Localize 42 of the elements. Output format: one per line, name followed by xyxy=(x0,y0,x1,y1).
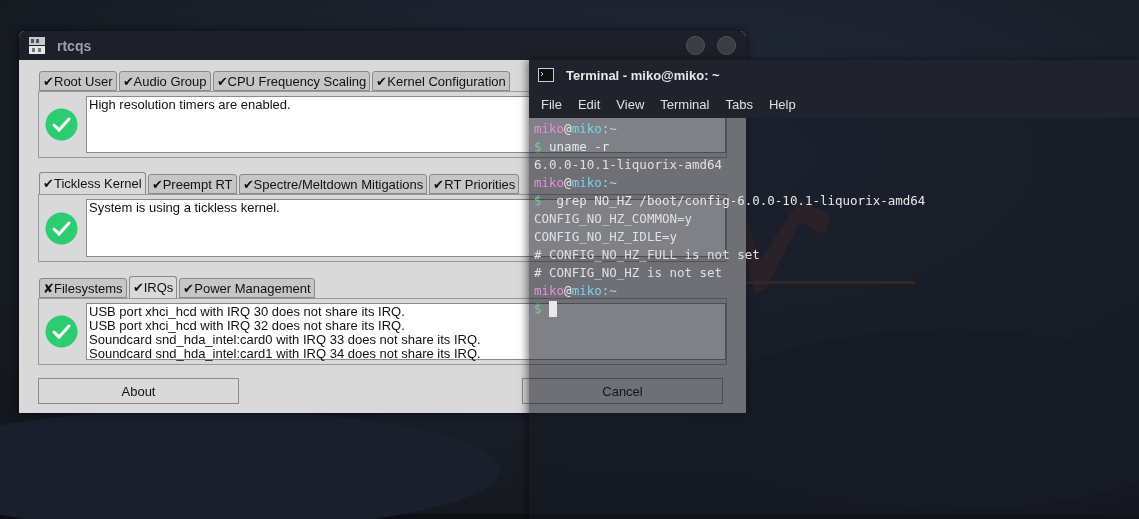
app-logo-icon xyxy=(29,37,45,54)
output-line: # CONFIG_NO_HZ is not set xyxy=(534,264,724,282)
menu-item[interactable]: Edit xyxy=(577,96,601,112)
cancel-button[interactable]: Cancel xyxy=(522,378,723,404)
message-text: System is using a tickless kernel. xyxy=(89,201,280,215)
prompt-line: miko@miko:~ xyxy=(534,120,618,138)
output-line: # CONFIG_NO_HZ_FULL is not set xyxy=(534,246,761,264)
tab[interactable]: ✔Preempt RT xyxy=(147,174,237,194)
menu-item[interactable]: Terminal xyxy=(660,96,710,112)
about-button[interactable]: About xyxy=(38,378,239,404)
tab[interactable]: ✔RT Priorities xyxy=(429,174,520,194)
output-line: CONFIG_NO_HZ_COMMON=y xyxy=(534,210,694,228)
tab[interactable]: ✔Power Management xyxy=(179,278,315,298)
window-title: Terminal - miko@miko: ~ xyxy=(566,67,720,83)
tab[interactable]: ✔IRQs xyxy=(128,276,178,298)
output-line: CONFIG_NO_HZ_IDLE=y xyxy=(534,228,678,246)
menu-item[interactable]: Help xyxy=(768,96,796,112)
output-line: 6.0.0-10.1-liquorix-amd64 xyxy=(534,156,724,174)
message-text: Soundcard snd_hda_intel:card0 with IRQ 33 does not share its IRQ. xyxy=(89,333,481,347)
tab[interactable]: ✔Tickless Kernel xyxy=(39,172,146,194)
prompt-line: miko@miko:~ xyxy=(534,282,618,300)
message-text: High resolution timers are enabled. xyxy=(89,98,291,112)
tab[interactable]: ✔CPU Frequency Scaling xyxy=(212,71,371,91)
prompt-line: miko@miko:~ xyxy=(534,174,618,192)
command-line: $ xyxy=(534,300,1134,318)
message-text: USB port xhci_hcd with IRQ 32 does not share its IRQ. xyxy=(89,319,405,333)
terminal-icon xyxy=(538,68,554,82)
menu-item[interactable]: Tabs xyxy=(725,96,753,112)
tab[interactable]: ✔Audio Group xyxy=(118,71,211,91)
menu-item[interactable]: View xyxy=(616,96,645,112)
message-text: Soundcard snd_hda_intel:card1 with IRQ 34 does not share its IRQ. xyxy=(89,347,481,361)
tab[interactable]: ✔Kernel Configuration xyxy=(372,71,510,91)
message-text: USB port xhci_hcd with IRQ 30 does not share its IRQ. xyxy=(89,305,405,319)
window-title: rtcqs xyxy=(57,37,93,54)
menu-item[interactable]: File xyxy=(541,96,562,112)
command-line: $ grep NO_HZ /boot/config-6.0.0-10.1-liquorix-amd64 xyxy=(534,192,927,210)
tab[interactable]: ✔Root User xyxy=(39,71,117,91)
tab[interactable]: ✔Spectre/Meltdown Mitigations xyxy=(238,174,428,194)
window-button[interactable] xyxy=(686,36,705,55)
command-line: $ uname -r xyxy=(534,138,611,156)
tab[interactable]: ✘Filesystems xyxy=(39,278,127,298)
window-button[interactable] xyxy=(717,36,736,55)
